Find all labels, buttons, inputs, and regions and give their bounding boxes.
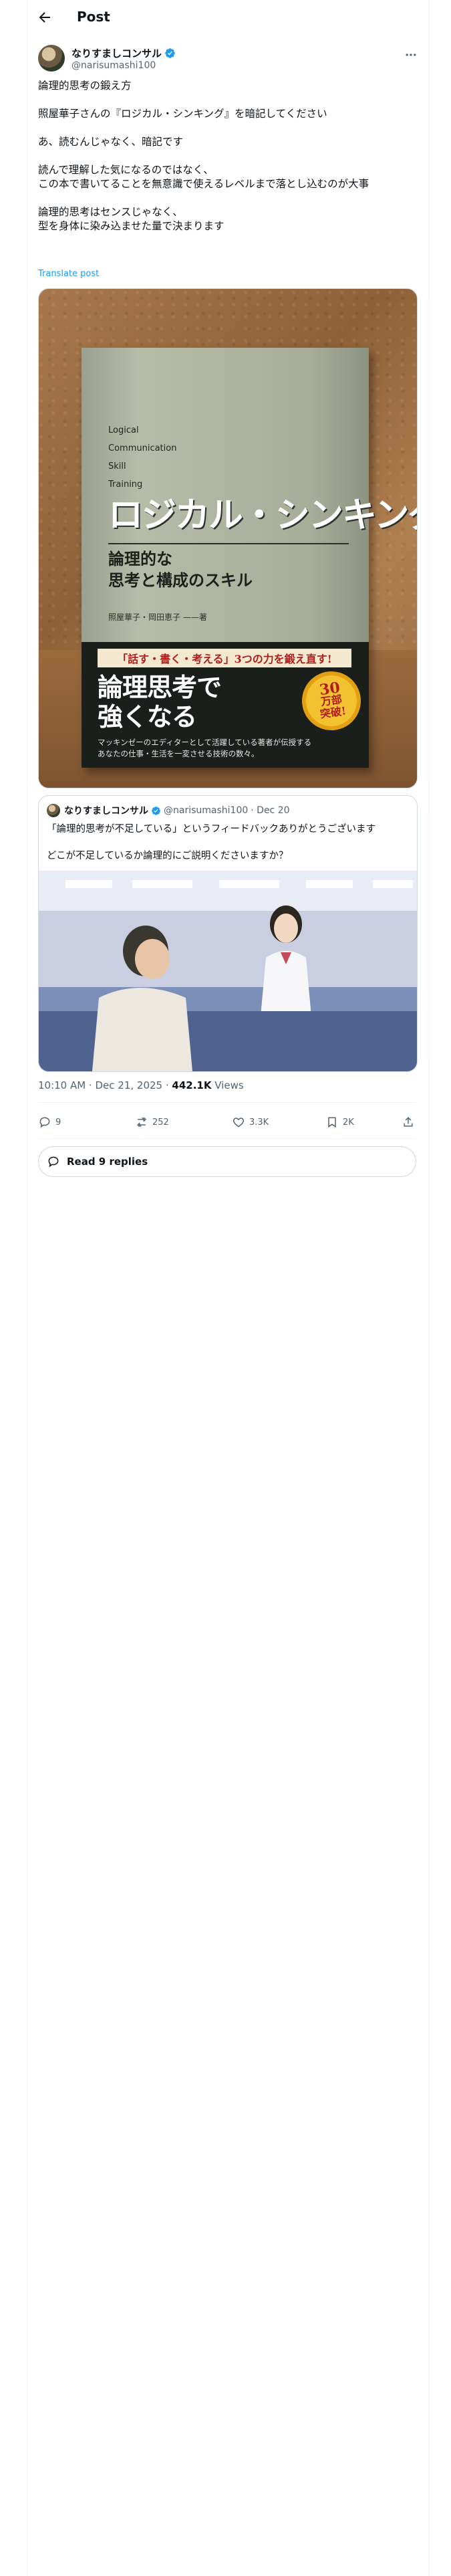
back-button[interactable] (37, 9, 53, 25)
views-label: Views (211, 1079, 244, 1091)
arrow-left-icon (39, 12, 50, 23)
tweet-line: 型を身体に染み込ませた量で決まります (38, 220, 224, 232)
book-title: ロジカル・シンキング (108, 495, 418, 536)
page-title: Post (77, 9, 110, 25)
reply-icon (39, 1117, 50, 1128)
book-english-title: Logical Communication Skill Training (108, 425, 177, 490)
like-count: 3.3K (249, 1117, 269, 1128)
tweet-line: 論理的思考の鍛え方 (38, 80, 132, 92)
book-description: マッキンゼーのエディターとして活躍している著者が伝授する あなたの仕事・生活を一… (98, 738, 312, 758)
post-metadata: 10:10 AM · Dec 21, 2025 · 442.1K Views (38, 1079, 244, 1091)
author-avatar[interactable] (38, 45, 65, 72)
book-band: 「話す・書く・考える」3つの力を鍛え直す! 論理思考で 強くなる 30 万部 突… (82, 642, 369, 768)
verified-badge-icon (152, 806, 160, 815)
read-replies-label: Read 9 replies (67, 1156, 148, 1168)
reply-count: 9 (55, 1117, 61, 1128)
divider (38, 1138, 416, 1139)
quoted-avatar (47, 804, 60, 817)
top-bar: Post (27, 0, 428, 35)
tweet-text: 論理的思考の鍛え方 照屋華子さんの『ロジカル・シンキング』を暗記してください あ… (38, 79, 416, 233)
more-options-button[interactable] (404, 48, 418, 62)
author-handle[interactable]: @narisumashi100 (71, 60, 156, 71)
share-icon (404, 1117, 413, 1127)
post-photo[interactable]: Logical Communication Skill Training ロジカ… (38, 288, 418, 788)
book-cover: Logical Communication Skill Training ロジカ… (82, 348, 417, 768)
quoted-line: どこが不足しているか論理的にご説明くださいますか？ (47, 851, 289, 861)
quoted-anime-image (39, 871, 417, 1071)
tweet-line: あ、読むんじゃなく、暗記です (38, 136, 184, 148)
more-dots-icon (406, 53, 416, 56)
quoted-date: · Dec 20 (251, 805, 290, 816)
author-name-row[interactable]: なりすましコンサル (71, 46, 176, 60)
quoted-author-handle: @narisumashi100 (164, 805, 249, 816)
divider (38, 1102, 416, 1103)
quoted-text: 「論理的思考が不足している」というフィードバックありがとうございます どこが不足… (47, 823, 408, 876)
verified-badge-icon (165, 48, 175, 58)
action-bar: 9 252 3.3K 2K (38, 1110, 416, 1137)
repost-count: 252 (152, 1117, 169, 1128)
repost-button[interactable]: 252 (135, 1115, 169, 1129)
book-title-rule (108, 543, 349, 544)
tweet-line: 読んで理解した気になるのではなく、 (38, 164, 214, 176)
book-headline: 論理思考で 強くなる (98, 672, 222, 732)
bookmark-count: 2K (343, 1117, 354, 1128)
main-column: Post なりすましコンサル @narisumashi100 論理的思考の鍛え方… (27, 0, 429, 2576)
share-button[interactable] (402, 1115, 415, 1129)
reply-bubble-icon (48, 1156, 59, 1168)
quoted-post[interactable]: なりすましコンサル @narisumashi100 · Dec 20 「論理的思… (38, 795, 418, 1072)
reply-button[interactable]: 9 (38, 1115, 61, 1129)
tweet-line: この本で書いてることを無意識で使えるレベルまで落とし込むのが大事 (38, 178, 369, 190)
bookmark-icon (328, 1117, 336, 1128)
man-figure (92, 926, 192, 1071)
tweet-line: 照屋華子さんの『ロジカル・シンキング』を暗記してください (38, 108, 327, 120)
book-tagline: 「話す・書く・考える」3つの力を鍛え直す! (98, 649, 351, 667)
quoted-line: 「論理的思考が不足している」というフィードバックありがとうございます (47, 824, 375, 835)
translate-post-link[interactable]: Translate post (38, 269, 99, 279)
quoted-header: なりすましコンサル @narisumashi100 · Dec 20 (64, 804, 290, 817)
book-subtitle: 論理的な 思考と構成のスキル (108, 549, 253, 590)
repost-icon (137, 1117, 146, 1128)
read-replies-button[interactable]: Read 9 replies (38, 1146, 416, 1177)
sales-badge: 30 万部 突破! (298, 667, 365, 734)
quoted-author-name: なりすましコンサル (64, 806, 148, 817)
post-timestamp[interactable]: 10:10 AM · Dec 21, 2025 · (38, 1079, 172, 1091)
heart-icon (233, 1117, 245, 1128)
tweet-line: 論理的思考はセンスじゃなく、 (38, 206, 183, 218)
views-count: 442.1K (172, 1079, 212, 1091)
bookmark-button[interactable]: 2K (325, 1115, 354, 1129)
like-button[interactable]: 3.3K (232, 1115, 269, 1129)
author-name[interactable]: なりすましコンサル (71, 46, 162, 60)
book-authors: 照屋華子・岡田恵子 ——著 (108, 613, 207, 622)
